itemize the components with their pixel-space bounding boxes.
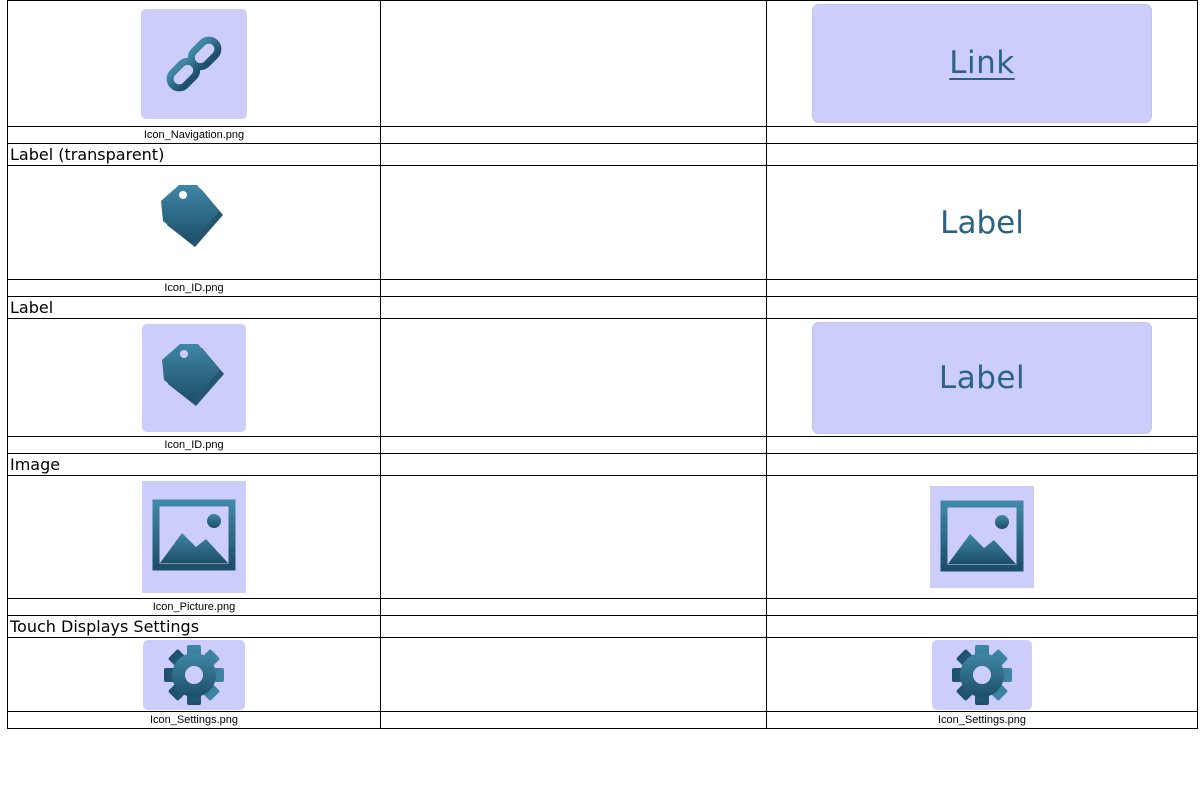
preview-cell: Label [766, 165, 1198, 280]
section-header-row: Label [7, 296, 1198, 319]
caption-row: Icon_Settings.png Icon_Settings.png [7, 711, 1198, 729]
preview-cell [766, 637, 1198, 712]
icon-tile [142, 481, 246, 593]
icon-filename: Icon_Navigation.png [7, 126, 381, 144]
table-row: Label [7, 318, 1198, 437]
label-preview-box: Label [812, 321, 1152, 434]
section-title: Label (transparent) [7, 143, 381, 166]
gear-icon [952, 644, 1012, 705]
empty-cell [380, 143, 767, 166]
icon-plain [157, 183, 231, 263]
icon-cell [7, 475, 381, 599]
table-row [7, 475, 1198, 599]
link-preview-text: Link [949, 45, 1015, 81]
caption-row: Icon_Picture.png [7, 598, 1198, 616]
empty-cell [380, 126, 767, 144]
caption-row: Icon_ID.png [7, 279, 1198, 297]
section-title: Touch Displays Settings [7, 615, 381, 638]
caption-row: Icon_Navigation.png [7, 126, 1198, 144]
section-header-row: Label (transparent) [7, 143, 1198, 166]
caption-row: Icon_ID.png [7, 436, 1198, 454]
chain-link-icon [166, 36, 222, 91]
preview-cell [766, 475, 1198, 599]
icon-filename: Icon_Settings.png [7, 711, 381, 729]
image-preview [930, 486, 1034, 588]
label-preview-text: Label [938, 359, 1026, 396]
link-preview-button[interactable]: Link [812, 4, 1152, 123]
caption-right [766, 279, 1198, 297]
empty-cell [380, 711, 767, 729]
table-row [7, 637, 1198, 712]
empty-cell [380, 165, 767, 280]
caption-right [766, 598, 1198, 616]
icon-cell [7, 165, 381, 280]
icon-cell [7, 0, 381, 127]
icon-tile [142, 323, 246, 432]
tag-icon [162, 343, 224, 406]
empty-cell [380, 615, 767, 638]
section-header-row: Image [7, 453, 1198, 476]
element-table: Link Icon_Navigation.png Label (transpar… [7, 0, 1198, 729]
picture-icon [940, 500, 1024, 572]
empty-cell [766, 143, 1198, 166]
table-row: Link [7, 0, 1198, 127]
empty-cell [380, 0, 767, 127]
empty-cell [380, 475, 767, 599]
empty-cell [766, 296, 1198, 319]
empty-cell [380, 598, 767, 616]
settings-preview[interactable] [932, 639, 1032, 710]
empty-cell [380, 453, 767, 476]
empty-cell [766, 453, 1198, 476]
empty-cell [766, 615, 1198, 638]
gear-icon [164, 644, 224, 705]
icon-filename: Icon_ID.png [7, 279, 381, 297]
preview-cell: Link [766, 0, 1198, 127]
icon-tile [143, 639, 245, 710]
preview-cell: Label [766, 318, 1198, 437]
section-header-row: Touch Displays Settings [7, 615, 1198, 638]
tag-icon [161, 184, 223, 247]
section-title: Label [7, 296, 381, 319]
picture-icon [152, 499, 236, 571]
caption-right [766, 126, 1198, 144]
label-transparent-preview: Label [940, 204, 1024, 241]
empty-cell [380, 637, 767, 712]
section-title: Image [7, 453, 381, 476]
empty-cell [380, 279, 767, 297]
empty-cell [380, 436, 767, 454]
caption-right: Icon_Settings.png [766, 711, 1198, 729]
icon-filename: Icon_ID.png [7, 436, 381, 454]
caption-right [766, 436, 1198, 454]
icon-filename: Icon_Picture.png [7, 598, 381, 616]
icon-cell [7, 637, 381, 712]
icon-tile [141, 8, 247, 119]
table-row: Label [7, 165, 1198, 280]
empty-cell [380, 318, 767, 437]
icon-cell [7, 318, 381, 437]
empty-cell [380, 296, 767, 319]
